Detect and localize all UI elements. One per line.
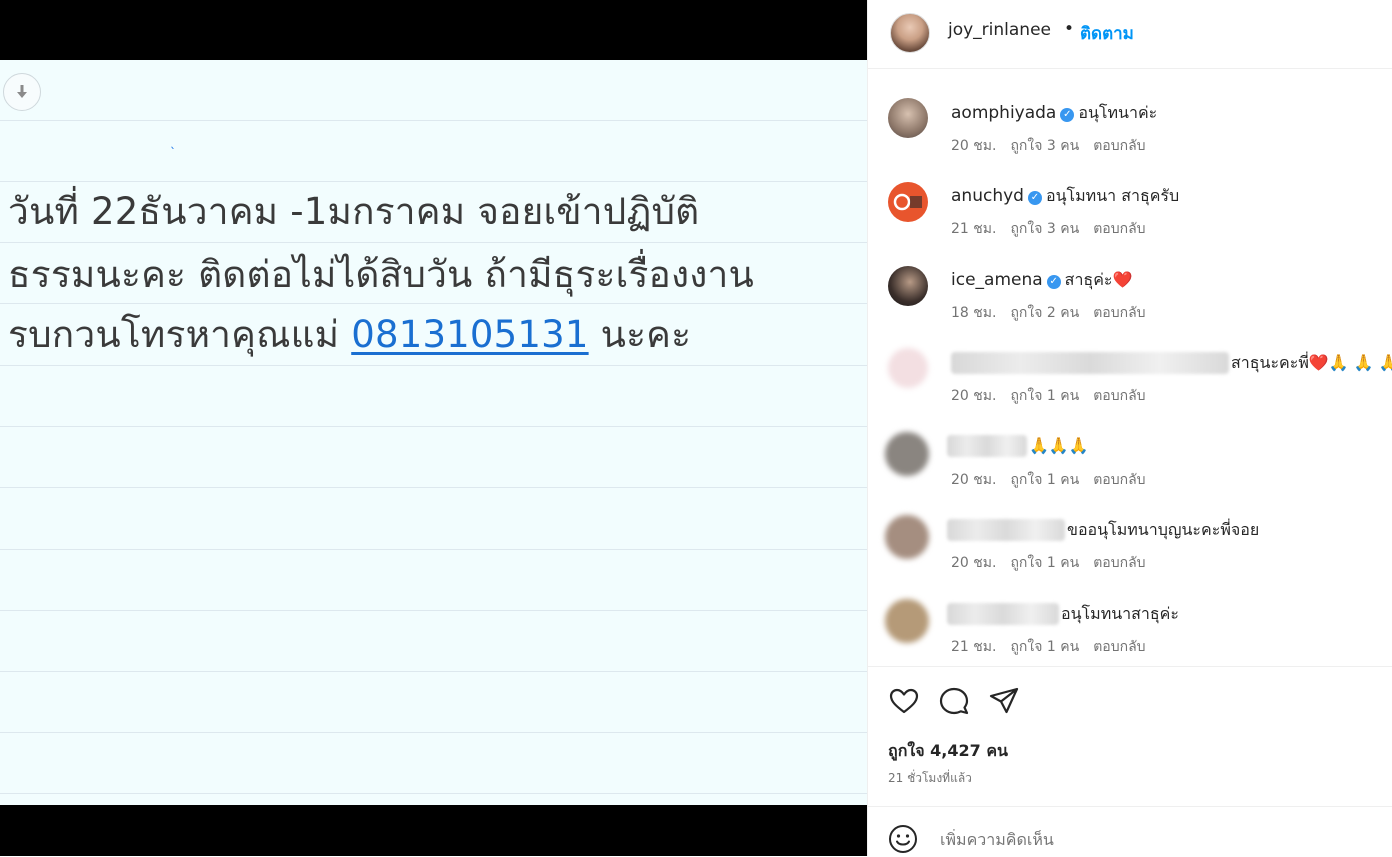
comment-item: ice_amena ✓ สาธุค่ะ❤️ 18 ชม. ถูกใจ 2 คน ตอบก… [868, 262, 1392, 342]
comment-likes[interactable]: ถูกใจ 1 คน [1010, 639, 1079, 655]
comment-time[interactable]: 21 ชม. [951, 221, 996, 237]
comment-likes[interactable]: ถูกใจ 3 คน [1010, 221, 1079, 237]
post-timestamp[interactable]: 21 ชั่วโมงที่แล้ว [888, 769, 972, 788]
comment-text: อนุโมทนา สาธุครับ [1045, 186, 1180, 205]
reply-button[interactable]: ตอบกลับ [1093, 305, 1145, 321]
post-header: joy_rinlanee • ติดตาม [868, 0, 1392, 69]
comment-item: 🙏🙏🙏 20 ชม. ถูกใจ 1 คน ตอบกลับ [868, 430, 1392, 510]
comment-time[interactable]: 21 ชม. [951, 639, 996, 655]
comment-time[interactable]: 20 ชม. [951, 472, 996, 488]
verified-badge-icon: ✓ [1060, 108, 1075, 122]
paper-plane-icon[interactable] [988, 685, 1020, 717]
comment-likes[interactable]: ถูกใจ 1 คน [1010, 472, 1079, 488]
avatar[interactable] [888, 182, 928, 222]
phone-number-link[interactable]: 0813105131 [351, 313, 588, 356]
comment-item: ขออนุโมทนาบุญนะคะพี่จอย 20 ชม. ถูกใจ 1 คน… [868, 513, 1392, 593]
avatar[interactable] [888, 266, 928, 306]
reply-button[interactable]: ตอบกลับ [1093, 221, 1145, 237]
likes-count[interactable]: ถูกใจ 4,427 คน [888, 739, 1008, 764]
comment-text: สาธุนะคะพี่❤️🙏 🙏 🙏 [1231, 353, 1392, 372]
comment-item: อนุโมทนาสาธุค่ะ 21 ชม. ถูกใจ 1 คน ตอบกลับ [868, 597, 1392, 677]
speech-bubble-icon[interactable] [938, 685, 970, 717]
cursor-mark: ˎ [170, 135, 176, 149]
avatar[interactable] [885, 599, 929, 643]
comment-time[interactable]: 18 ชม. [951, 305, 996, 321]
comment-likes[interactable]: ถูกใจ 2 คน [1010, 305, 1079, 321]
heart-icon[interactable] [888, 685, 920, 717]
verified-badge-icon: ✓ [1027, 191, 1042, 205]
avatar[interactable] [885, 432, 929, 476]
comment-username-blurred[interactable] [951, 352, 1229, 374]
comment-text: 🙏🙏🙏 [1029, 436, 1089, 455]
comment-time[interactable]: 20 ชม. [951, 555, 996, 571]
comment-username-blurred[interactable] [947, 603, 1059, 625]
avatar-logo-icon [893, 193, 922, 211]
verified-badge-icon: ✓ [1046, 275, 1061, 289]
comment-text: อนุโมทนาสาธุค่ะ [1061, 604, 1179, 623]
post-actions: ถูกใจ 4,427 คน 21 ชั่วโมงที่แล้ว [868, 666, 1392, 807]
reply-button[interactable]: ตอบกลับ [1093, 472, 1145, 488]
comment-username[interactable]: anuchyd [951, 186, 1024, 206]
reply-button[interactable]: ตอบกลับ [1093, 138, 1145, 154]
comment-item: aomphiyada ✓ อนุโทนาค่ะ 20 ชม. ถูกใจ 3 คน ตอ… [868, 95, 1392, 175]
author-username[interactable]: joy_rinlanee [948, 20, 1051, 40]
comment-input[interactable] [938, 829, 1362, 850]
comment-composer [868, 806, 1392, 857]
note-line-3: รบกวนโทรหาคุณแม่ 0813105131 นะคะ [8, 313, 691, 357]
comment-text: สาธุค่ะ❤️ [1064, 270, 1133, 289]
comment-time[interactable]: 20 ชม. [951, 388, 996, 404]
download-button[interactable] [3, 73, 41, 111]
note-line-1: วันที่ 22ธันวาคม -1มกราคม จอยเข้าปฏิบัติ [8, 190, 700, 233]
note-line-2: ธรรมนะคะ ติดต่อไม่ได้สิบวัน ถ้ามีธุระเรื… [8, 253, 754, 296]
reply-button[interactable]: ตอบกลับ [1093, 639, 1145, 655]
comment-item: สาธุนะคะพี่❤️🙏 🙏 🙏 20 ชม. ถูกใจ 1 คน ตอบกล… [868, 346, 1392, 426]
comment-username-blurred[interactable] [947, 435, 1027, 457]
comment-text: อนุโทนาค่ะ [1078, 103, 1158, 122]
comment-item: anuchyd ✓ อนุโมทนา สาธุครับ 21 ชม. ถูกใจ 3 … [868, 178, 1392, 258]
post-side-panel: joy_rinlanee • ติดตาม aomphiyada ✓ อนุโทนา… [867, 0, 1392, 856]
comment-likes[interactable]: ถูกใจ 1 คน [1010, 555, 1079, 571]
comment-likes[interactable]: ถูกใจ 1 คน [1010, 388, 1079, 404]
download-arrow-icon [17, 85, 27, 98]
comment-text: ขออนุโมทนาบุญนะคะพี่จอย [1067, 520, 1260, 539]
note-line-3-tail: นะคะ [588, 313, 692, 356]
avatar[interactable] [888, 348, 928, 388]
follow-button[interactable]: ติดตาม [1080, 20, 1134, 47]
avatar[interactable] [888, 98, 928, 138]
avatar[interactable] [885, 515, 929, 559]
author-avatar[interactable] [890, 13, 930, 53]
comment-username[interactable]: aomphiyada [951, 103, 1056, 123]
reply-button[interactable]: ตอบกลับ [1093, 555, 1145, 571]
smiley-icon[interactable] [888, 824, 918, 854]
comment-time[interactable]: 20 ชม. [951, 138, 996, 154]
header-separator: • [1064, 19, 1075, 39]
comment-username[interactable]: ice_amena [951, 270, 1043, 290]
reply-button[interactable]: ตอบกลับ [1093, 388, 1145, 404]
comment-username-blurred[interactable] [947, 519, 1065, 541]
comment-likes[interactable]: ถูกใจ 3 คน [1010, 138, 1079, 154]
post-media: ˎ วันที่ 22ธันวาคม -1มกราคม จอยเข้าปฏิบั… [0, 0, 867, 856]
note-line-3-text: รบกวนโทรหาคุณแม่ [8, 313, 340, 356]
note-image [0, 60, 867, 805]
